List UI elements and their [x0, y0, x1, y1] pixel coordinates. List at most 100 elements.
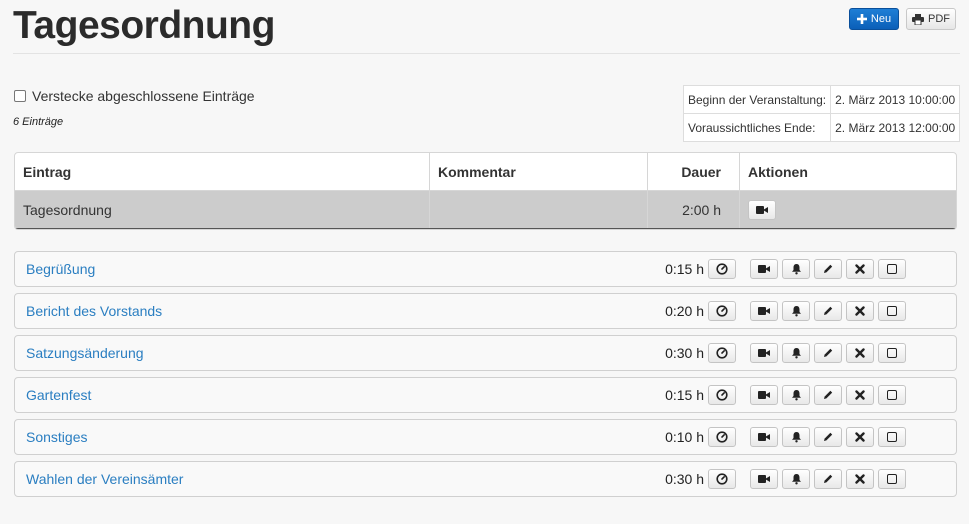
camera-button[interactable] [750, 259, 778, 279]
root-comment [430, 191, 648, 228]
agenda-item-duration: 0:30 h [665, 471, 704, 487]
notify-button[interactable] [782, 469, 810, 489]
edit-button[interactable] [814, 343, 842, 363]
agenda-item-duration: 0:20 h [665, 303, 704, 319]
delete-button[interactable] [846, 469, 874, 489]
event-info-table: Beginn der Veranstaltung: 2. März 2013 1… [682, 85, 961, 142]
agenda-item-link[interactable]: Sonstiges [26, 429, 87, 445]
title-divider [13, 53, 960, 54]
agenda-item: Wahlen der Vereinsämter 0:30 h [14, 461, 957, 497]
agenda-item: Begrüßung 0:15 h [14, 251, 957, 287]
camera-icon [758, 475, 770, 483]
camera-icon [758, 391, 770, 399]
close-icon [855, 474, 865, 484]
agenda-item-link[interactable]: Wahlen der Vereinsämter [26, 471, 183, 487]
notify-button[interactable] [782, 343, 810, 363]
notify-button[interactable] [782, 259, 810, 279]
camera-button[interactable] [750, 427, 778, 447]
print-icon [912, 13, 924, 25]
agenda-item-link[interactable]: Satzungsänderung [26, 345, 144, 361]
start-timer-button[interactable] [708, 343, 736, 363]
camera-icon [758, 349, 770, 357]
new-button-label: Neu [870, 13, 892, 25]
camera-button[interactable] [750, 343, 778, 363]
clock-icon [716, 305, 728, 317]
camera-button[interactable] [750, 469, 778, 489]
camera-icon [758, 265, 770, 273]
complete-button[interactable] [878, 259, 906, 279]
new-item-button[interactable]: Neu [849, 8, 899, 30]
notify-button[interactable] [782, 427, 810, 447]
notify-button[interactable] [782, 301, 810, 321]
close-icon [855, 264, 865, 274]
hide-completed-label: Verstecke abgeschlossene Einträge [32, 88, 255, 104]
delete-button[interactable] [846, 427, 874, 447]
edit-button[interactable] [814, 385, 842, 405]
agenda-item-link[interactable]: Bericht des Vorstands [26, 303, 162, 319]
event-end-row: Voraussichtliches Ende: 2. März 2013 12:… [682, 113, 961, 142]
notify-button[interactable] [782, 385, 810, 405]
hide-completed-toggle[interactable]: Verstecke abgeschlossene Einträge [14, 88, 255, 104]
page-title: Tagesordnung [13, 4, 275, 47]
bell-icon [791, 347, 802, 359]
hide-completed-checkbox[interactable] [14, 90, 26, 102]
agenda-table: Eintrag Kommentar Dauer Aktionen Tagesor… [14, 152, 957, 230]
event-end-value: 2. März 2013 12:00:00 [830, 113, 961, 142]
agenda-table-header: Eintrag Kommentar Dauer Aktionen [15, 153, 956, 191]
pencil-icon [822, 305, 834, 317]
start-timer-button[interactable] [708, 427, 736, 447]
complete-button[interactable] [878, 469, 906, 489]
checkbox-icon [887, 264, 897, 274]
header-duration: Dauer [648, 153, 740, 190]
header-actions: Aktionen [748, 163, 808, 180]
clock-icon [716, 389, 728, 401]
edit-button[interactable] [814, 301, 842, 321]
close-icon [855, 348, 865, 358]
start-timer-button[interactable] [708, 259, 736, 279]
agenda-item-link[interactable]: Gartenfest [26, 387, 91, 403]
complete-button[interactable] [878, 301, 906, 321]
pdf-button[interactable]: PDF [906, 8, 956, 30]
edit-button[interactable] [814, 427, 842, 447]
root-title: Tagesordnung [15, 191, 430, 228]
delete-button[interactable] [846, 301, 874, 321]
root-actions [740, 191, 956, 228]
start-timer-button[interactable] [708, 469, 736, 489]
camera-icon [756, 205, 768, 214]
event-end-label: Voraussichtliches Ende: [682, 113, 832, 142]
edit-button[interactable] [814, 469, 842, 489]
camera-button[interactable] [750, 385, 778, 405]
agenda-item: Gartenfest 0:15 h [14, 377, 957, 413]
complete-button[interactable] [878, 385, 906, 405]
start-timer-button[interactable] [708, 301, 736, 321]
root-camera-button[interactable] [748, 199, 776, 220]
agenda-item-duration: 0:15 h [665, 387, 704, 403]
checkbox-icon [887, 306, 897, 316]
event-start-label: Beginn der Veranstaltung: [682, 85, 832, 114]
delete-button[interactable] [846, 385, 874, 405]
entry-count: 6 Einträge [13, 116, 64, 128]
delete-button[interactable] [846, 343, 874, 363]
agenda-item-duration: 0:10 h [665, 429, 704, 445]
camera-button[interactable] [750, 301, 778, 321]
checkbox-icon [887, 474, 897, 484]
checkbox-icon [887, 432, 897, 442]
camera-icon [758, 307, 770, 315]
agenda-item-link[interactable]: Begrüßung [26, 261, 95, 277]
close-icon [855, 306, 865, 316]
complete-button[interactable] [878, 427, 906, 447]
pencil-icon [822, 473, 834, 485]
start-timer-button[interactable] [708, 385, 736, 405]
event-start-row: Beginn der Veranstaltung: 2. März 2013 1… [682, 85, 961, 114]
root-duration: 2:00 h [648, 191, 740, 228]
agenda-item: Bericht des Vorstands 0:20 h [14, 293, 957, 329]
agenda-root-row[interactable]: Tagesordnung 2:00 h [15, 191, 956, 229]
close-icon [855, 390, 865, 400]
delete-button[interactable] [846, 259, 874, 279]
header-comment: Kommentar [430, 153, 648, 190]
checkbox-icon [887, 348, 897, 358]
complete-button[interactable] [878, 343, 906, 363]
edit-button[interactable] [814, 259, 842, 279]
pencil-icon [822, 347, 834, 359]
agenda-item: Satzungsänderung 0:30 h [14, 335, 957, 371]
